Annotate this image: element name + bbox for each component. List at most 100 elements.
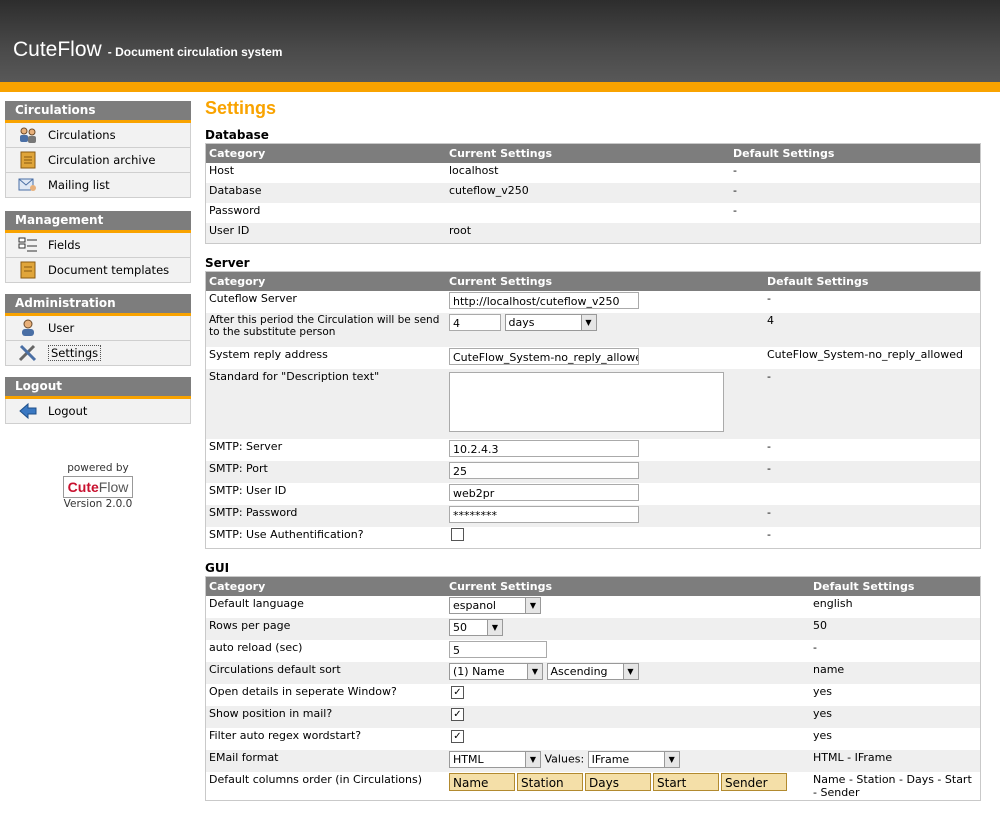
table-row: Password - xyxy=(205,203,981,223)
row-default: 4 xyxy=(764,312,981,347)
sidebar-item-label: Mailing list xyxy=(48,178,110,192)
database-table: Category Current Settings Default Settin… xyxy=(205,143,981,244)
row-default: - xyxy=(764,368,981,439)
table-row: SMTP: Use Authentification? - xyxy=(205,526,981,549)
language-select[interactable]: espanol ▼ xyxy=(449,597,541,614)
cuteflow-server-input[interactable]: http://localhost/cuteflow_v250 xyxy=(449,291,639,309)
col-current: Current Settings xyxy=(446,143,730,163)
table-row: Cuteflow Server http://localhost/cuteflo… xyxy=(205,290,981,313)
document-icon xyxy=(18,261,38,279)
description-textarea[interactable] xyxy=(449,371,724,432)
row-category: Default language xyxy=(205,596,446,618)
column-order-start[interactable]: Start xyxy=(653,773,719,791)
rows-per-page-select[interactable]: 50 ▼ xyxy=(449,619,503,636)
open-details-checkbox[interactable]: ✓ xyxy=(451,685,464,699)
sidebar-section-administration: Administration User Settings xyxy=(5,294,191,366)
app-header: CuteFlow - Document circulation system xyxy=(0,0,1000,82)
row-default: HTML - IFrame xyxy=(810,750,981,772)
row-default: yes xyxy=(810,728,981,750)
email-values-select[interactable]: IFrame ▼ xyxy=(587,751,680,768)
smtp-port-input[interactable]: 25 xyxy=(449,461,639,479)
table-row: EMail format HTML ▼ Values: IFrame ▼ HTM… xyxy=(205,750,981,772)
table-row: After this period the Circulation will b… xyxy=(205,312,981,347)
sort-order-select[interactable]: Ascending ▼ xyxy=(546,663,639,680)
row-default: yes xyxy=(810,684,981,706)
row-default: yes xyxy=(810,706,981,728)
version-text: Version 2.0.0 xyxy=(63,498,133,510)
sidebar-section-management: Management Fields Document templates xyxy=(5,211,191,283)
chevron-down-icon: ▼ xyxy=(525,752,540,767)
col-default: Default Settings xyxy=(730,143,981,163)
sidebar-item-mailing-list[interactable]: Mailing list xyxy=(5,173,191,198)
table-row: SMTP: User ID web2pr xyxy=(205,482,981,505)
chevron-down-icon: ▼ xyxy=(525,598,540,613)
sidebar-item-logout[interactable]: Logout xyxy=(5,399,191,424)
smtp-server-input[interactable]: 10.2.4.3 xyxy=(449,439,639,457)
users-icon xyxy=(18,126,38,144)
sidebar-item-settings[interactable]: Settings xyxy=(5,341,191,366)
row-default: - xyxy=(764,290,981,313)
row-default: - xyxy=(764,438,981,461)
table-row: SMTP: Server 10.2.4.3 - xyxy=(205,438,981,461)
col-default: Default Settings xyxy=(764,271,981,291)
row-category: SMTP: User ID xyxy=(205,482,446,505)
smtp-user-input[interactable]: web2pr xyxy=(449,483,639,501)
row-category: Database xyxy=(205,183,446,203)
substitute-period-input[interactable]: 4 xyxy=(449,313,501,331)
row-category: User ID xyxy=(205,223,446,243)
select-value: HTML xyxy=(453,753,484,766)
column-order-sender[interactable]: Sender xyxy=(721,773,787,791)
sidebar-item-label: Settings xyxy=(48,345,102,361)
email-format-select[interactable]: HTML ▼ xyxy=(449,751,541,768)
sidebar-item-circulation-archive[interactable]: Circulation archive xyxy=(5,148,191,173)
smtp-auth-checkbox[interactable] xyxy=(451,528,464,541)
reply-address-input[interactable]: CuteFlow_System-no_reply_allowed xyxy=(449,347,639,365)
gui-table: Category Current Settings Default Settin… xyxy=(205,576,981,801)
powered-by: powered by CuteFlow Version 2.0.0 xyxy=(5,462,191,510)
row-category: Host xyxy=(205,163,446,183)
fields-icon xyxy=(18,236,38,254)
sort-field-select[interactable]: (1) Name ▼ xyxy=(449,663,543,680)
table-row: Host localhost - xyxy=(205,163,981,183)
table-row: User ID root xyxy=(205,223,981,243)
filter-regex-checkbox[interactable]: ✓ xyxy=(451,729,464,743)
settings-main: Settings Database Category Current Setti… xyxy=(205,98,981,801)
logo-part-cute: Cute xyxy=(67,479,99,495)
sidebar-section-title: Management xyxy=(5,211,191,233)
server-heading: Server xyxy=(205,255,250,270)
row-default: - xyxy=(764,526,981,549)
row-default: - xyxy=(810,640,981,662)
sidebar-item-label: Fields xyxy=(48,238,81,252)
brand: CuteFlow - Document circulation system xyxy=(13,38,282,62)
smtp-password-input[interactable]: ******** xyxy=(449,505,639,523)
column-order-name[interactable]: Name xyxy=(449,773,515,791)
column-order-station[interactable]: Station xyxy=(517,773,583,791)
row-category: System reply address xyxy=(205,346,446,369)
user-icon xyxy=(18,319,38,337)
select-value: days xyxy=(508,315,535,329)
sidebar-item-circulations[interactable]: Circulations xyxy=(5,123,191,148)
sidebar-item-label: Logout xyxy=(48,404,88,418)
auto-reload-input[interactable]: 5 xyxy=(449,641,547,658)
sidebar-item-user[interactable]: User xyxy=(5,316,191,341)
logo-part-flow: Flow xyxy=(98,479,129,495)
powered-by-text: powered by xyxy=(67,462,129,474)
show-position-checkbox[interactable]: ✓ xyxy=(451,707,464,721)
table-row: SMTP: Port 25 - xyxy=(205,460,981,483)
server-table: Category Current Settings Default Settin… xyxy=(205,270,981,549)
row-default: english xyxy=(810,596,981,618)
sidebar-item-fields[interactable]: Fields xyxy=(5,233,191,258)
substitute-unit-select[interactable]: days ▼ xyxy=(504,313,597,331)
archive-icon xyxy=(18,151,38,169)
column-order-days[interactable]: Days xyxy=(585,773,651,791)
row-default xyxy=(764,482,981,505)
select-value: IFrame xyxy=(591,753,630,766)
table-row: Default columns order (in Circulations) … xyxy=(205,772,981,801)
app-name: CuteFlow xyxy=(13,38,102,61)
table-row: Rows per page 50 ▼ 50 xyxy=(205,618,981,640)
sidebar-item-document-templates[interactable]: Document templates xyxy=(5,258,191,283)
sidebar-item-label: Circulation archive xyxy=(48,153,156,167)
row-category: SMTP: Server xyxy=(205,438,446,461)
row-current: root xyxy=(446,223,730,243)
table-row: auto reload (sec) 5 - xyxy=(205,640,981,662)
